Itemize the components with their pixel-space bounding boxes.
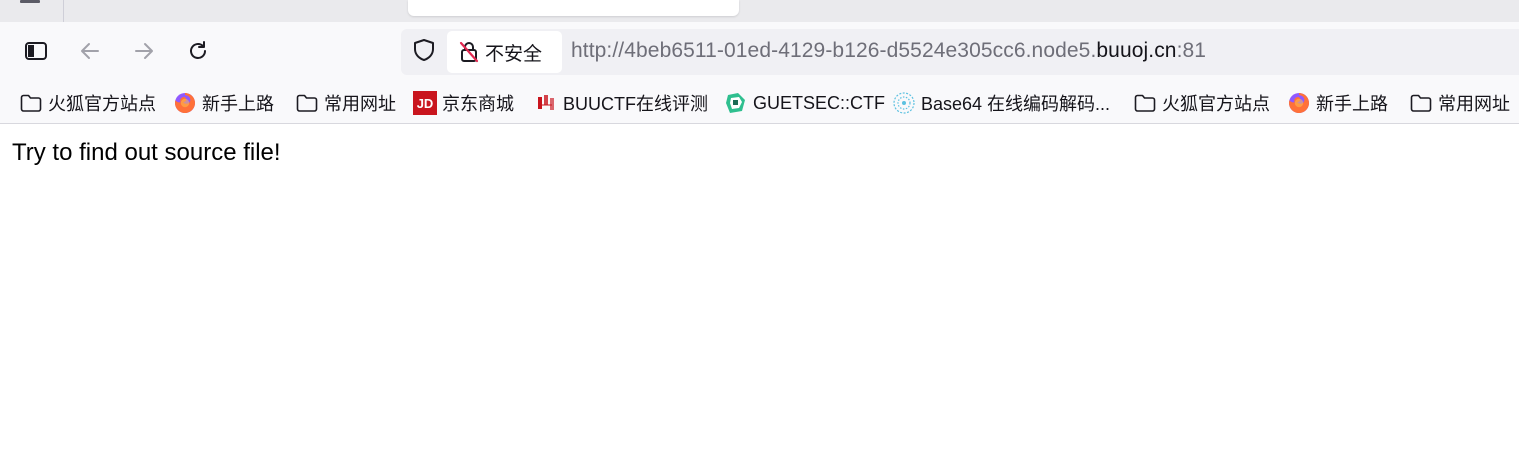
page-message: Try to find out source file! bbox=[12, 139, 281, 166]
base64-icon bbox=[892, 91, 916, 115]
folder-icon bbox=[1409, 91, 1433, 115]
reload-button[interactable] bbox=[183, 36, 213, 66]
url-bar[interactable]: 不安全 http://4beb6511-01ed-4129-b126-d5524… bbox=[401, 29, 1519, 75]
folder-icon bbox=[295, 91, 319, 115]
bookmark-folder-common-sites[interactable]: 常用网址 bbox=[295, 90, 396, 116]
insecure-lock-icon bbox=[459, 41, 479, 63]
url-prefix: http://4beb6511-01ed-4129-b126-d5524e305… bbox=[571, 39, 1097, 62]
sidebar-icon bbox=[24, 41, 48, 61]
forward-button[interactable] bbox=[129, 36, 159, 66]
bookmark-label: GUETSEC::CTF bbox=[753, 92, 886, 113]
bookmark-folder-firefox-official-2[interactable]: 火狐官方站点 bbox=[1133, 90, 1270, 116]
bookmark-label: 火狐官方站点 bbox=[1162, 94, 1270, 114]
url-port: :81 bbox=[1176, 39, 1207, 62]
bookmark-label: 京东商城 bbox=[442, 94, 514, 114]
shield-icon bbox=[413, 38, 435, 67]
tab-strip bbox=[0, 0, 1519, 22]
bookmark-getting-started[interactable]: 新手上路 bbox=[173, 90, 274, 116]
folder-icon bbox=[19, 91, 43, 115]
bookmark-jd[interactable]: JD 京东商城 bbox=[413, 90, 514, 116]
arrow-left-icon bbox=[78, 39, 102, 63]
navigation-toolbar: 不安全 http://4beb6511-01ed-4129-b126-d5524… bbox=[0, 22, 1519, 82]
reload-icon bbox=[186, 39, 210, 63]
tracking-protection-button[interactable] bbox=[411, 38, 437, 67]
bookmark-getting-started-2[interactable]: 新手上路 bbox=[1287, 90, 1388, 116]
url-host: buuoj.cn bbox=[1096, 39, 1177, 62]
security-label: 不安全 bbox=[485, 43, 543, 65]
bookmarks-toolbar: 火狐官方站点 新手上路 常用网址 JD 京东商城 BUUCTF在线评测 GUET… bbox=[0, 82, 1519, 124]
sidebar-button[interactable] bbox=[21, 36, 51, 66]
bookmark-label: 火狐官方站点 bbox=[48, 94, 156, 114]
tab-list-icon bbox=[20, 0, 40, 3]
jd-icon: JD bbox=[413, 91, 437, 115]
bookmark-folder-firefox-official[interactable]: 火狐官方站点 bbox=[19, 90, 156, 116]
security-indicator[interactable]: 不安全 bbox=[447, 31, 562, 73]
tab-list-button[interactable] bbox=[0, 0, 64, 22]
firefox-icon bbox=[173, 91, 197, 115]
bookmark-buuctf[interactable]: BUUCTF在线评测 bbox=[534, 90, 708, 116]
guetsec-icon bbox=[724, 91, 748, 115]
bookmark-label: Base64 在线编码解码... bbox=[921, 94, 1111, 114]
bookmark-label: 新手上路 bbox=[1316, 94, 1388, 114]
bookmark-label: BUUCTF在线评测 bbox=[563, 94, 708, 114]
back-button[interactable] bbox=[75, 36, 105, 66]
url-text[interactable]: http://4beb6511-01ed-4129-b126-d5524e305… bbox=[571, 39, 1206, 63]
firefox-icon bbox=[1287, 91, 1311, 115]
bookmark-guetsec[interactable]: GUETSEC::CTF bbox=[724, 90, 885, 116]
bookmark-folder-common-sites-2[interactable]: 常用网址 bbox=[1409, 90, 1510, 116]
active-tab[interactable] bbox=[408, 0, 739, 16]
buuctf-icon bbox=[534, 91, 558, 115]
page-content: Try to find out source file! bbox=[0, 124, 1519, 474]
bookmark-label: 常用网址 bbox=[1438, 94, 1510, 114]
svg-text:JD: JD bbox=[417, 96, 434, 111]
bookmark-base64[interactable]: Base64 在线编码解码... bbox=[892, 90, 1110, 116]
bookmark-label: 新手上路 bbox=[202, 94, 274, 114]
bookmark-label: 常用网址 bbox=[324, 94, 396, 114]
arrow-right-icon bbox=[132, 39, 156, 63]
folder-icon bbox=[1133, 91, 1157, 115]
